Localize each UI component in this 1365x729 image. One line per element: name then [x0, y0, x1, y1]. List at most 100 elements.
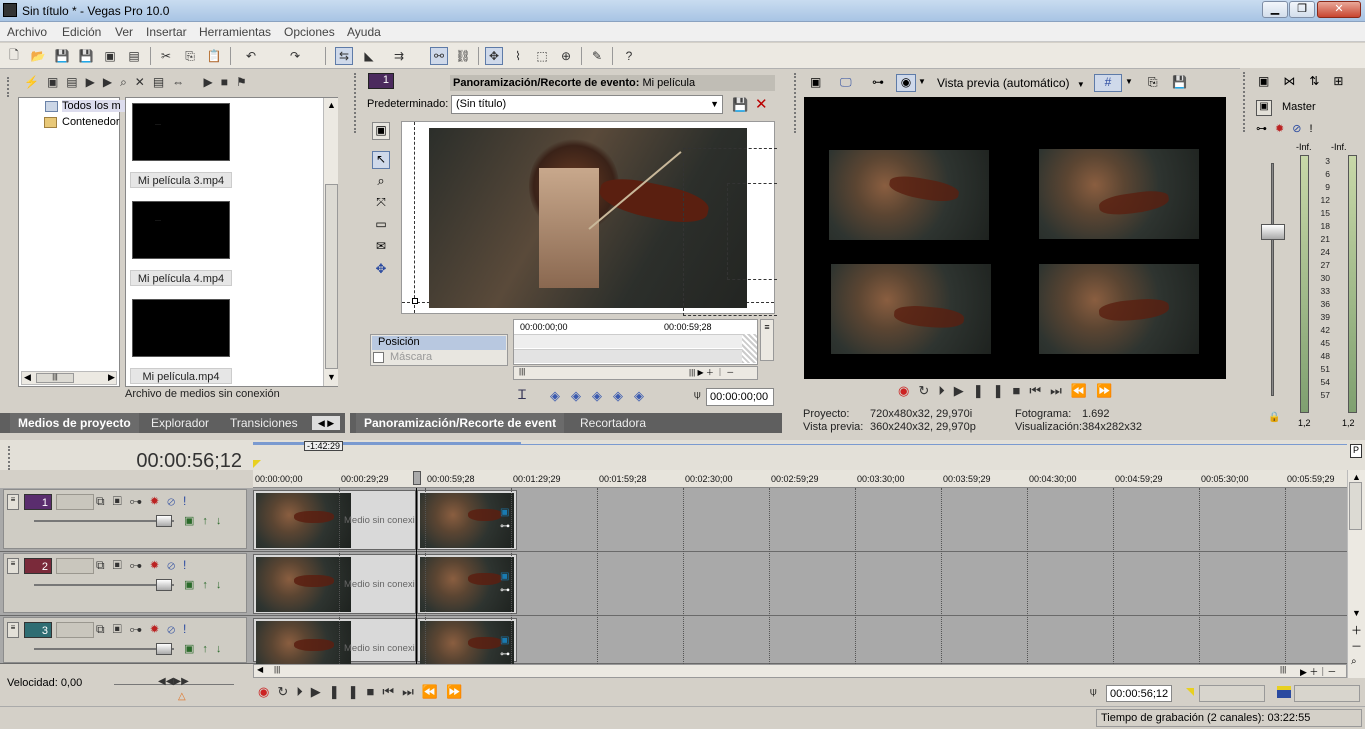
copy-icon[interactable]: ⎘	[181, 47, 199, 65]
pan-crop-canvas[interactable]	[401, 121, 777, 316]
split-screen-icon[interactable]: ⊶	[872, 75, 884, 89]
marker-icon[interactable]	[253, 460, 261, 468]
chevron-down-icon[interactable]: ▼	[1125, 77, 1133, 86]
chevron-down-icon[interactable]: ▼	[918, 77, 926, 86]
menu-ayuda[interactable]: Ayuda	[347, 25, 381, 39]
move-freely-icon[interactable]: ✥	[372, 261, 390, 279]
envelope-tool-icon[interactable]: ⌇	[509, 47, 527, 65]
save-preset-icon[interactable]: 💾	[732, 97, 748, 113]
compositing-icons[interactable]: ▣↑↓	[184, 514, 229, 527]
track-name-field[interactable]	[56, 494, 94, 510]
track-expand-icon[interactable]: ≡	[7, 622, 19, 638]
render-icon[interactable]: ▣	[101, 47, 119, 65]
ignore-grouping-icon[interactable]: ⛓	[454, 47, 472, 65]
move-anchor-icon[interactable]: ⤧	[372, 195, 390, 213]
tab-trimmer[interactable]: Recortadora	[572, 413, 654, 433]
level-slider-thumb[interactable]	[156, 643, 172, 655]
compositing-icons[interactable]: ▣↑↓	[184, 578, 229, 591]
save-snapshot-icon[interactable]: 💾	[1172, 75, 1187, 89]
selection-tool-icon[interactable]: ⬚	[533, 47, 551, 65]
master-fader[interactable]	[1261, 224, 1285, 240]
lock-envelopes-icon[interactable]: ⚯	[430, 47, 448, 65]
timeline-current-time[interactable]: 00:00:56;12	[0, 450, 250, 473]
speed-slider[interactable]: ◀◀▶▶	[158, 676, 189, 687]
media-thumbnail[interactable]: ···	[132, 201, 230, 259]
cut-icon[interactable]: ✂	[157, 47, 175, 65]
tree-hscrollbar[interactable]: ◀ ||| ▶	[21, 371, 117, 385]
save-as-icon[interactable]: 💾	[77, 47, 95, 65]
close-button[interactable]: ✕	[1317, 1, 1361, 18]
selection-length-field[interactable]	[1294, 685, 1360, 702]
keyframe-nav-buttons[interactable]: ◈◈◈◈◈	[550, 388, 668, 404]
show-properties-icon[interactable]: ▣	[372, 122, 390, 140]
tab-pan-crop[interactable]: Panoramización/Recorte de event	[356, 413, 565, 433]
media-thumbnail[interactable]: ···	[132, 103, 230, 161]
preview-properties-icon[interactable]: ▣	[810, 75, 821, 89]
tab-project-media[interactable]: Medios de proyecto	[10, 413, 139, 433]
mask-checkbox[interactable]	[373, 352, 384, 363]
pan-crop-time-field[interactable]: 00:00:00;00	[706, 388, 774, 406]
level-slider-thumb[interactable]	[156, 515, 172, 527]
minimize-button[interactable]: ▁	[1262, 1, 1288, 18]
normal-edit-tool-icon[interactable]: ✥	[485, 47, 503, 65]
media-item-label[interactable]: Mi película 4.mp4	[130, 270, 232, 286]
track-button-icons[interactable]: ⧉▣⊶✹⊘!	[96, 494, 246, 509]
preview-quality-dropdown[interactable]: Vista previa (automático) ▼	[937, 76, 1085, 90]
media-list-vscrollbar[interactable]: ▲ ▼	[323, 98, 338, 386]
tab-explorer[interactable]: Explorador	[143, 413, 217, 433]
position-keyframe-row[interactable]	[514, 334, 757, 348]
undo-icon[interactable]: ↶	[242, 47, 260, 65]
track-name-field[interactable]	[56, 558, 94, 574]
size-about-center-icon[interactable]: ✉	[372, 239, 390, 257]
master-fx-icons[interactable]: ⊶✹⊘!	[1256, 122, 1336, 135]
loop-region-length[interactable]: -1:42:29	[304, 441, 344, 451]
preview-transport-controls[interactable]: ◉↻⏵▶❚❚■⏮⏭⏪⏩	[898, 383, 1138, 401]
menu-archivo[interactable]: Archivo	[7, 25, 47, 39]
ripple-icon[interactable]: ⇉	[390, 47, 408, 65]
menu-ver[interactable]: Ver	[115, 25, 133, 39]
media-item-label[interactable]: Mi película 3.mp4	[130, 172, 232, 188]
copy-snapshot-icon[interactable]: ⎘	[1148, 75, 1158, 90]
preset-dropdown[interactable]: (Sin título) ▼	[451, 95, 723, 114]
level-slider-thumb[interactable]	[156, 579, 172, 591]
sync-cursor-icon[interactable]: Ꮖ	[518, 387, 527, 403]
track-expand-icon[interactable]: ≡	[7, 494, 19, 510]
normal-edit-icon[interactable]: ↖	[372, 151, 390, 169]
open-folder-icon[interactable]: 📂	[29, 47, 47, 65]
snap-icon[interactable]: ⇆	[335, 47, 353, 65]
timeline-ruler[interactable]: 00:00:00;00 00:00:29;29 00:00:59;28 00:01:2…	[253, 470, 1347, 488]
external-monitor-icon[interactable]: 🖵	[840, 75, 852, 90]
lock-aspect-icon[interactable]: ▭	[372, 217, 390, 235]
pin-icon[interactable]: P	[1350, 444, 1362, 458]
keyframe-timeline[interactable]: 00:00:00;00 00:00:59;28	[513, 319, 758, 365]
timeline-hscrollbar[interactable]: ◀ ||| ||| ▶ ＋｜－	[253, 664, 1347, 678]
media-item-label[interactable]: Mi película.mp4	[130, 368, 232, 384]
keyframe-vscroll[interactable]: ≡	[760, 319, 774, 361]
delete-preset-icon[interactable]: ✕	[755, 95, 768, 113]
cursor-time-field[interactable]: 00:00:56;12	[1106, 685, 1172, 702]
auto-crossfade-icon[interactable]: ◣	[360, 47, 378, 65]
properties-icon[interactable]: ▤	[125, 47, 143, 65]
keyframe-hscroll[interactable]: ||| ||| ▶ ＋ ｜ －	[513, 366, 758, 380]
mask-keyframe-row[interactable]	[514, 349, 757, 363]
track-expand-icon[interactable]: ≡	[7, 558, 19, 574]
track-header[interactable]: ≡ 3 ⧉▣⊶✹⊘! ▣↑↓	[3, 617, 247, 663]
menu-insertar[interactable]: Insertar	[146, 25, 187, 39]
media-toolbar-icons[interactable]: ⚡▣▤▶▶⌕✕▤⇔ ▶■⚑	[24, 75, 324, 93]
menu-opciones[interactable]: Opciones	[284, 25, 335, 39]
track-button-icons[interactable]: ⧉▣⊶✹⊘!	[96, 622, 246, 637]
compositing-icons[interactable]: ▣↑↓	[184, 642, 229, 655]
zoom-tool-icon[interactable]: ⊕	[557, 47, 575, 65]
playhead-handle[interactable]	[413, 471, 421, 485]
lock-icon[interactable]: 🔒	[1268, 412, 1280, 423]
media-thumbnail[interactable]	[132, 299, 230, 357]
timeline-vscrollbar[interactable]: ▲ ▼ ＋ － ⌕	[1347, 470, 1365, 678]
tab-transitions[interactable]: Transiciones	[222, 413, 306, 433]
menu-herramientas[interactable]: Herramientas	[199, 25, 271, 39]
new-file-icon[interactable]: 🗋	[5, 47, 23, 65]
speed-thumb-icon[interactable]: △	[178, 691, 186, 702]
overlay-grid-icon[interactable]: #	[1094, 74, 1122, 92]
track-button-icons[interactable]: ⧉▣⊶✹⊘!	[96, 558, 246, 573]
track-header[interactable]: ≡ 2 ⧉▣⊶✹⊘! ▣↑↓	[3, 553, 247, 613]
media-fx-icon[interactable]: ✎	[588, 47, 606, 65]
